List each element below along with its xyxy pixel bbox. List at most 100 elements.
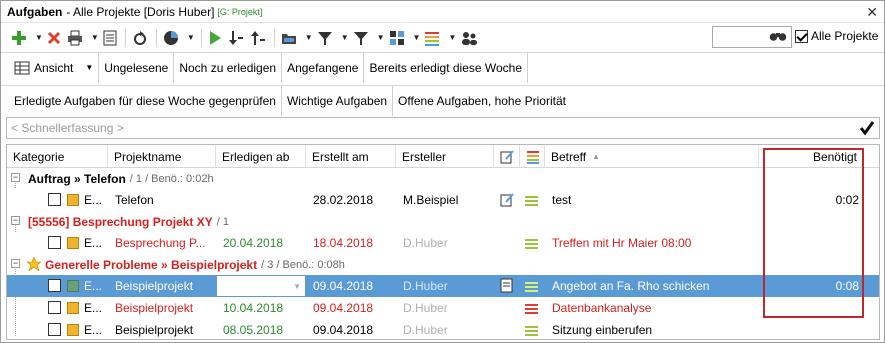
all-projects-checkbox[interactable] (795, 29, 808, 43)
play-icon[interactable] (208, 27, 222, 49)
view-dropdown-icon[interactable]: ▼ (85, 63, 93, 72)
filter-icon[interactable] (317, 27, 333, 49)
print-icon[interactable] (67, 27, 83, 49)
cell-ersteller: M.Beispiel (403, 193, 459, 207)
collapse-toggle-icon[interactable]: − (11, 259, 20, 268)
star-icon (26, 256, 42, 274)
sort-up-icon[interactable] (250, 27, 266, 49)
close-icon[interactable]: ✕ (866, 4, 878, 21)
col-header-notes[interactable] (494, 145, 520, 168)
binoculars-icon[interactable] (769, 30, 787, 45)
chart-icon[interactable] (163, 27, 179, 49)
task-done-checkbox[interactable] (48, 323, 61, 336)
window-tag: [G: Projekt] (217, 6, 263, 17)
col-header-ersteller[interactable]: Ersteller (396, 145, 494, 168)
cell-kategorie: E... (84, 323, 103, 337)
table-row[interactable]: E... Beispielprojekt 10.04.2018 09.04.20… (7, 297, 879, 319)
task-done-checkbox[interactable] (48, 236, 61, 249)
filter-dropdown-icon[interactable]: ▼ (341, 33, 349, 42)
filter-todo-button[interactable]: Noch zu erledigen (174, 52, 283, 83)
note-icon[interactable] (500, 278, 514, 296)
cell-betreff: Angebot an Fa. Rho schicken (552, 279, 710, 293)
cell-benoetigt (759, 232, 859, 254)
category-color-icon (67, 280, 79, 292)
delete-icon[interactable] (47, 27, 61, 49)
folder-icon[interactable] (281, 27, 297, 49)
cell-benoetigt: 0:08 (835, 279, 859, 293)
col-header-projektname[interactable]: Projektname (108, 145, 216, 168)
cell-erledigen-ab: 20.04.2018 (223, 236, 284, 250)
filter-bar-1: Ansicht ▼ Ungelesene Noch zu erledigen A… (1, 52, 884, 83)
priority-column-icon (527, 150, 539, 164)
categories-icon[interactable] (389, 27, 405, 49)
category-color-icon (67, 194, 79, 206)
task-done-checkbox[interactable] (48, 193, 61, 206)
col-header-erledigen-ab[interactable]: Erledigen ab (216, 145, 306, 168)
cell-projektname: Beispielprojekt (115, 279, 194, 293)
group-title: Generelle Probleme » Beispielprojekt (45, 258, 258, 272)
table-row[interactable]: E... Telefon 28.02.2018 M.Beispiel test … (7, 189, 879, 211)
cell-erstellt-am: 18.04.2018 (313, 236, 374, 250)
report-icon[interactable] (103, 27, 117, 49)
view-button[interactable]: Ansicht ▼ (9, 52, 100, 83)
group-title: Auftrag » Telefon (28, 172, 126, 186)
cell-erstellt-am: 09.04.2018 (313, 323, 374, 337)
cell-erledigen-ab (223, 189, 307, 211)
chart-dropdown-icon[interactable]: ▼ (187, 33, 195, 42)
print-dropdown-icon[interactable]: ▼ (91, 33, 99, 42)
task-done-checkbox[interactable] (48, 279, 61, 292)
add-dropdown-icon[interactable]: ▼ (35, 33, 43, 42)
group-row[interactable]: − [55556] Besprechung Projekt XY / 1 (7, 211, 879, 232)
cell-projektname: Beispielprojekt (115, 301, 194, 315)
group-meta: / 3 / Benö.: 0:08h (261, 259, 345, 271)
task-done-checkbox[interactable] (48, 301, 61, 314)
all-projects-toggle[interactable]: Alle Projekte (795, 29, 878, 43)
filter2-dropdown-icon[interactable]: ▼ (377, 33, 385, 42)
date-dropdown-icon[interactable]: ▼ (293, 282, 301, 291)
filter-open-high-priority-button[interactable]: Offene Aufgaben, hohe Priorität (393, 86, 571, 116)
priority-icon[interactable] (424, 27, 440, 49)
priority-dropdown-icon[interactable]: ▼ (448, 33, 456, 42)
filter-important-button[interactable]: Wichtige Aufgaben (282, 85, 394, 116)
col-header-priority[interactable] (520, 145, 545, 168)
collapse-toggle-icon[interactable]: − (11, 216, 20, 225)
folder-dropdown-icon[interactable]: ▼ (305, 33, 313, 42)
cell-ersteller: D.Huber (403, 279, 448, 293)
filter2-icon[interactable] (353, 27, 369, 49)
refresh-icon[interactable] (132, 27, 148, 49)
users-icon[interactable] (460, 27, 478, 49)
cell-erledigen-ab-editor[interactable]: ▼ (216, 275, 306, 297)
cell-benoetigt (759, 319, 859, 339)
confirm-check-icon[interactable] (859, 120, 875, 139)
priority-normal-icon (525, 239, 538, 249)
table-row[interactable]: E... Besprechung P... 20.04.2018 18.04.2… (7, 232, 879, 254)
filter-unread-button[interactable]: Ungelesene (99, 52, 175, 83)
col-header-erstellt-am[interactable]: Erstellt am (306, 145, 396, 168)
filter-review-done-button[interactable]: Erledigte Aufgaben für diese Woche gegen… (9, 85, 282, 116)
group-row[interactable]: − Generelle Probleme » Beispielprojekt /… (7, 254, 879, 275)
cell-kategorie: E... (84, 301, 103, 315)
col-header-betreff-label: Betreff (551, 149, 587, 164)
search-input[interactable] (712, 26, 792, 48)
cell-betreff: Sitzung einberufen (552, 323, 653, 337)
table-row[interactable]: E... Beispielprojekt 08.05.2018 09.04.20… (7, 319, 879, 339)
filter-bar-2: Erledigte Aufgaben für diese Woche gegen… (1, 85, 884, 116)
sort-down-icon[interactable] (228, 27, 244, 49)
cell-projektname: Beispielprojekt (115, 323, 194, 337)
quick-entry-input[interactable]: < Schnellerfassung > (6, 117, 880, 139)
priority-normal-icon (525, 282, 538, 292)
filter-started-button[interactable]: Angefangene (282, 52, 365, 83)
cell-kategorie: E... (84, 193, 103, 207)
filter-done-this-week-button[interactable]: Bereits erledigt diese Woche (364, 52, 529, 83)
col-header-betreff[interactable]: Betreff ▲ (545, 145, 759, 168)
col-header-benoetigt[interactable]: Benötigt (759, 145, 879, 168)
table-row-selected[interactable]: E... Beispielprojekt ▼ 09.04.2018 D.Hube… (7, 275, 879, 297)
cell-betreff: test (552, 193, 572, 207)
note-edit-icon[interactable] (500, 193, 514, 210)
categories-dropdown-icon[interactable]: ▼ (413, 33, 421, 42)
col-header-kategorie[interactable]: Kategorie (7, 145, 108, 168)
collapse-toggle-icon[interactable]: − (11, 173, 20, 182)
add-icon[interactable] (11, 27, 27, 49)
group-row[interactable]: − Auftrag » Telefon / 1 / Benö.: 0:02h (7, 168, 879, 189)
all-projects-label: Alle Projekte (811, 29, 879, 43)
